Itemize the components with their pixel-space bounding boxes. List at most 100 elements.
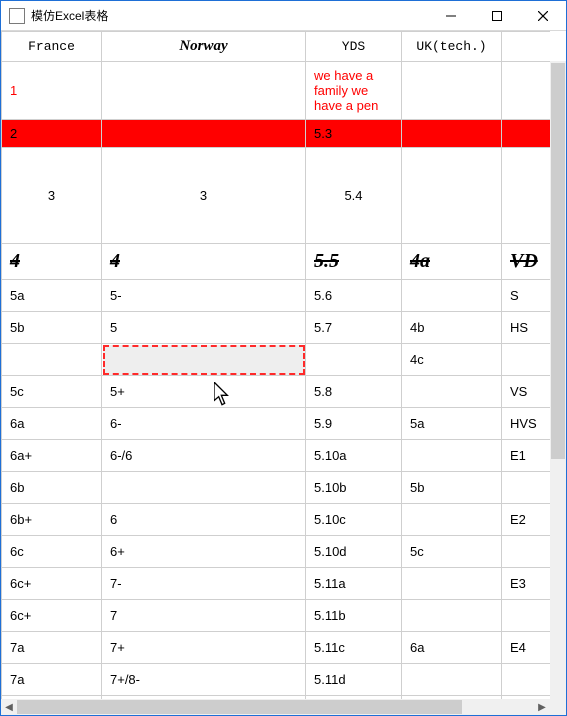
data-grid[interactable]: France Norway YDS UK(tech.) UK( 1 we have…: [1, 31, 550, 699]
cell[interactable]: 6+: [102, 536, 306, 568]
cell[interactable]: [102, 344, 306, 376]
cell[interactable]: 7+/8-: [102, 664, 306, 696]
cell[interactable]: [402, 600, 502, 632]
cell[interactable]: E2: [502, 504, 551, 536]
col-header-france[interactable]: France: [2, 32, 102, 62]
cell[interactable]: 5.10c: [306, 504, 402, 536]
cell[interactable]: S: [502, 280, 551, 312]
cell[interactable]: 4c: [402, 344, 502, 376]
table-row[interactable]: 5c5+5.8 VS: [2, 376, 551, 408]
cell[interactable]: 4: [102, 244, 306, 280]
cell[interactable]: 5.9: [306, 408, 402, 440]
cell[interactable]: 5b: [2, 312, 102, 344]
cell[interactable]: 3: [102, 148, 306, 244]
table-row[interactable]: 6b+65.10cE2: [2, 504, 551, 536]
cell[interactable]: 6c+: [2, 600, 102, 632]
cell[interactable]: [402, 440, 502, 472]
scroll-right-button[interactable]: ▶: [534, 699, 550, 715]
horizontal-scroll-thumb[interactable]: [17, 700, 462, 714]
cell[interactable]: 5.11d: [306, 664, 402, 696]
table-row[interactable]: 6a+6-/65.10aE1: [2, 440, 551, 472]
cell[interactable]: 5.10b: [306, 472, 402, 504]
table-row[interactable]: 6b5.10b5b: [2, 472, 551, 504]
cell[interactable]: 4: [2, 244, 102, 280]
cell[interactable]: [502, 600, 551, 632]
cell[interactable]: 5: [102, 312, 306, 344]
cell[interactable]: 3: [2, 148, 102, 244]
cell[interactable]: [402, 664, 502, 696]
table-row[interactable]: 6c+7-5.11a E3: [2, 568, 551, 600]
cell[interactable]: E3: [502, 568, 551, 600]
cell[interactable]: 5.6: [306, 280, 402, 312]
cell[interactable]: 4b: [402, 312, 502, 344]
cell[interactable]: [402, 62, 502, 120]
cell[interactable]: [402, 568, 502, 600]
cell[interactable]: [402, 120, 502, 148]
col-header-uk[interactable]: UK(: [502, 32, 551, 62]
cell[interactable]: HS: [502, 312, 551, 344]
cell[interactable]: we have a family we have a pen: [306, 62, 402, 120]
cell[interactable]: 6: [102, 504, 306, 536]
cell[interactable]: 5-: [102, 280, 306, 312]
table-row[interactable]: 6c6+5.10d5c: [2, 536, 551, 568]
cell[interactable]: 2: [2, 120, 102, 148]
horizontal-scroll-track[interactable]: [17, 699, 534, 715]
maximize-button[interactable]: [474, 1, 520, 31]
title-bar[interactable]: 模仿Excel表格: [1, 1, 566, 31]
header-row[interactable]: France Norway YDS UK(tech.) UK(: [2, 32, 551, 62]
scroll-left-button[interactable]: ◀: [1, 699, 17, 715]
cell[interactable]: [306, 344, 402, 376]
cell[interactable]: 1: [2, 62, 102, 120]
cell[interactable]: 5+: [102, 376, 306, 408]
cell[interactable]: 6-/6: [102, 440, 306, 472]
cell[interactable]: 5b: [402, 472, 502, 504]
cell[interactable]: 5.5: [306, 244, 402, 280]
cell[interactable]: E4: [502, 632, 551, 664]
table-row[interactable]: 7a7+5.11c6aE4: [2, 632, 551, 664]
cell[interactable]: [502, 62, 551, 120]
cell[interactable]: 6c+: [2, 568, 102, 600]
cell[interactable]: 7a: [2, 632, 102, 664]
cell[interactable]: 6a: [402, 632, 502, 664]
cell[interactable]: [502, 536, 551, 568]
cell[interactable]: HVS: [502, 408, 551, 440]
table-row[interactable]: 4c: [2, 344, 551, 376]
cell[interactable]: 5c: [2, 376, 102, 408]
cell[interactable]: [102, 62, 306, 120]
cell[interactable]: 6a: [2, 408, 102, 440]
cell[interactable]: 5.3: [306, 120, 402, 148]
cell[interactable]: [402, 376, 502, 408]
cell[interactable]: [402, 504, 502, 536]
table-row[interactable]: 25.3: [2, 120, 551, 148]
cell[interactable]: 7a: [2, 664, 102, 696]
horizontal-scrollbar[interactable]: ◀ ▶: [1, 699, 550, 715]
cell[interactable]: 6a+: [2, 440, 102, 472]
cell[interactable]: E1: [502, 440, 551, 472]
col-header-uktech[interactable]: UK(tech.): [402, 32, 502, 62]
cell[interactable]: 5a: [2, 280, 102, 312]
cell[interactable]: [2, 344, 102, 376]
vertical-scroll-thumb[interactable]: [551, 63, 565, 459]
cell[interactable]: [102, 472, 306, 504]
cell[interactable]: 5.4: [306, 148, 402, 244]
cell[interactable]: 7: [102, 600, 306, 632]
cell[interactable]: [502, 148, 551, 244]
cell[interactable]: 5.11c: [306, 632, 402, 664]
cell[interactable]: 5.8: [306, 376, 402, 408]
cell[interactable]: [402, 148, 502, 244]
cell[interactable]: 5.11a: [306, 568, 402, 600]
cell[interactable]: [102, 120, 306, 148]
cell[interactable]: [502, 120, 551, 148]
table-row[interactable]: 335.4: [2, 148, 551, 244]
cell[interactable]: VD: [502, 244, 551, 280]
cell[interactable]: 6c: [2, 536, 102, 568]
cell[interactable]: VS: [502, 376, 551, 408]
table-row[interactable]: 6c+75.11b: [2, 600, 551, 632]
table-row[interactable]: 5b55.74bHS: [2, 312, 551, 344]
col-header-norway[interactable]: Norway: [102, 32, 306, 62]
grid-viewport[interactable]: France Norway YDS UK(tech.) UK( 1 we have…: [1, 31, 550, 699]
cell[interactable]: [502, 472, 551, 504]
cell[interactable]: 5c: [402, 536, 502, 568]
cell[interactable]: 7-: [102, 568, 306, 600]
table-row[interactable]: 445.54aVD: [2, 244, 551, 280]
